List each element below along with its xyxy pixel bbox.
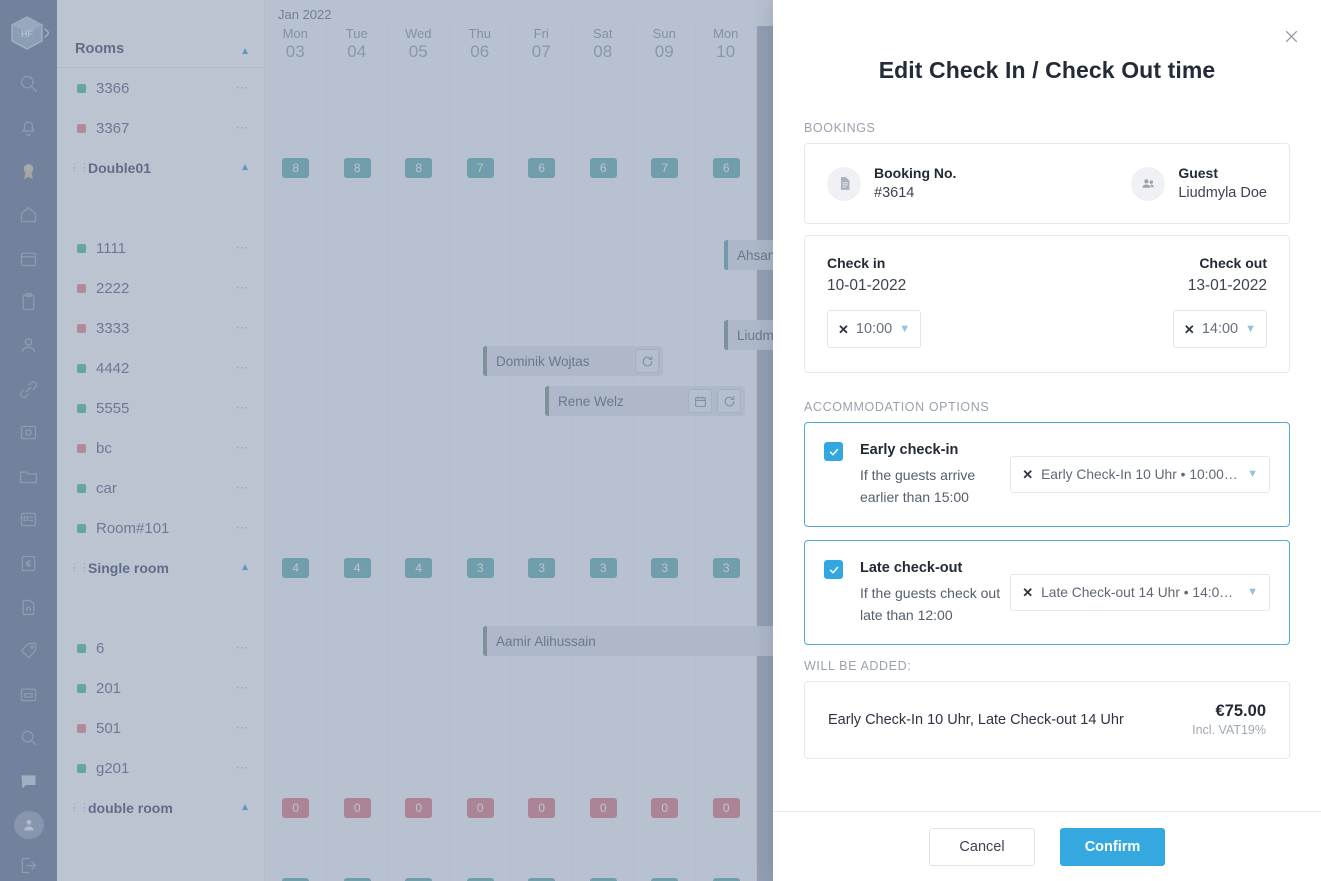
checkin-time-select[interactable]: ✕ 10:00 ▼ (827, 310, 922, 348)
option-early-checkin: Early check-in If the guests arrive earl… (804, 422, 1290, 527)
late-checkout-subtitle: If the guests check out late than 12:00 (860, 585, 1001, 623)
early-checkin-select[interactable]: ✕ Early Check-In 10 Uhr • 10:00 • €5… ▼ (1010, 455, 1270, 493)
checkout-block: Check out 13-01-2022 ✕ 14:00 ▼ (1172, 254, 1267, 348)
clear-icon[interactable]: ✕ (1184, 323, 1195, 336)
clear-icon[interactable]: ✕ (838, 323, 849, 336)
checkin-checkout-card: Check in 10-01-2022 ✕ 10:00 ▼ Check out … (804, 235, 1290, 373)
will-be-added-label: WILL BE ADDED: (804, 659, 912, 673)
added-items-name: Early Check-In 10 Uhr, Late Check-out 14… (828, 712, 1124, 728)
late-checkout-checkbox[interactable] (824, 560, 843, 579)
checkin-label: Check in (827, 255, 886, 271)
chevron-down-icon[interactable]: ▼ (1247, 586, 1258, 598)
chevron-down-icon[interactable]: ▼ (1247, 468, 1258, 480)
early-checkin-checkbox[interactable] (824, 442, 843, 461)
guest-label: Guest (1178, 165, 1219, 181)
checkin-date: 10-01-2022 (827, 277, 907, 294)
page-title: Edit Check In / Check Out time (878, 57, 1216, 83)
will-be-added-card: Early Check-In 10 Uhr, Late Check-out 14… (804, 681, 1290, 759)
booking-number-value: #3614 (874, 185, 915, 201)
modal-body: BOOKINGS Booking No. #3614 Guest Liudmyl… (773, 121, 1321, 811)
guest-block: Guest Liudmyla Doe (1131, 164, 1267, 203)
checkin-time-value: 10:00 (855, 321, 893, 337)
clear-icon[interactable]: ✕ (1022, 586, 1033, 599)
checkout-label: Check out (1199, 255, 1267, 271)
app-root: HF (0, 0, 1321, 881)
added-price: €75.00 (1215, 702, 1266, 720)
late-checkout-selected-value: Late Check-out 14 Uhr • 14:00 • €2… (1041, 584, 1239, 600)
accommodation-section-label: ACCOMMODATION OPTIONS (804, 400, 990, 414)
checkout-date: 13-01-2022 (1187, 277, 1267, 294)
booking-number-block: Booking No. #3614 (827, 164, 956, 203)
booking-summary-card: Booking No. #3614 Guest Liudmyla Doe (804, 143, 1290, 224)
checkin-block: Check in 10-01-2022 ✕ 10:00 ▼ (827, 254, 922, 348)
bookings-section-label: BOOKINGS (804, 121, 876, 135)
guests-icon (1131, 166, 1166, 201)
chevron-down-icon[interactable]: ▼ (1245, 323, 1256, 335)
early-checkin-title: Early check-in (860, 442, 959, 458)
added-vat: Incl. VAT19% (1192, 723, 1266, 737)
cancel-button[interactable]: Cancel (929, 827, 1035, 866)
booking-number-label: Booking No. (874, 165, 957, 181)
edit-checkin-checkout-modal: Edit Check In / Check Out time BOOKINGS … (773, 0, 1321, 881)
document-icon (827, 166, 861, 201)
early-checkin-subtitle: If the guests arrive earlier than 15:00 (860, 467, 976, 505)
late-checkout-title: Late check-out (860, 560, 963, 576)
modal-footer: Cancel Confirm (773, 811, 1321, 881)
early-checkin-selected-value: Early Check-In 10 Uhr • 10:00 • €5… (1041, 466, 1239, 482)
clear-icon[interactable]: ✕ (1022, 468, 1033, 481)
checkout-time-value: 14:00 (1201, 321, 1239, 337)
guest-value: Liudmyla Doe (1178, 185, 1267, 201)
late-checkout-select[interactable]: ✕ Late Check-out 14 Uhr • 14:00 • €2… ▼ (1010, 573, 1270, 611)
close-icon[interactable] (1277, 22, 1305, 50)
chevron-down-icon[interactable]: ▼ (899, 323, 910, 335)
option-late-checkout: Late check-out If the guests check out l… (804, 540, 1290, 645)
confirm-button[interactable]: Confirm (1060, 827, 1165, 866)
checkout-time-select[interactable]: ✕ 14:00 ▼ (1172, 310, 1267, 348)
